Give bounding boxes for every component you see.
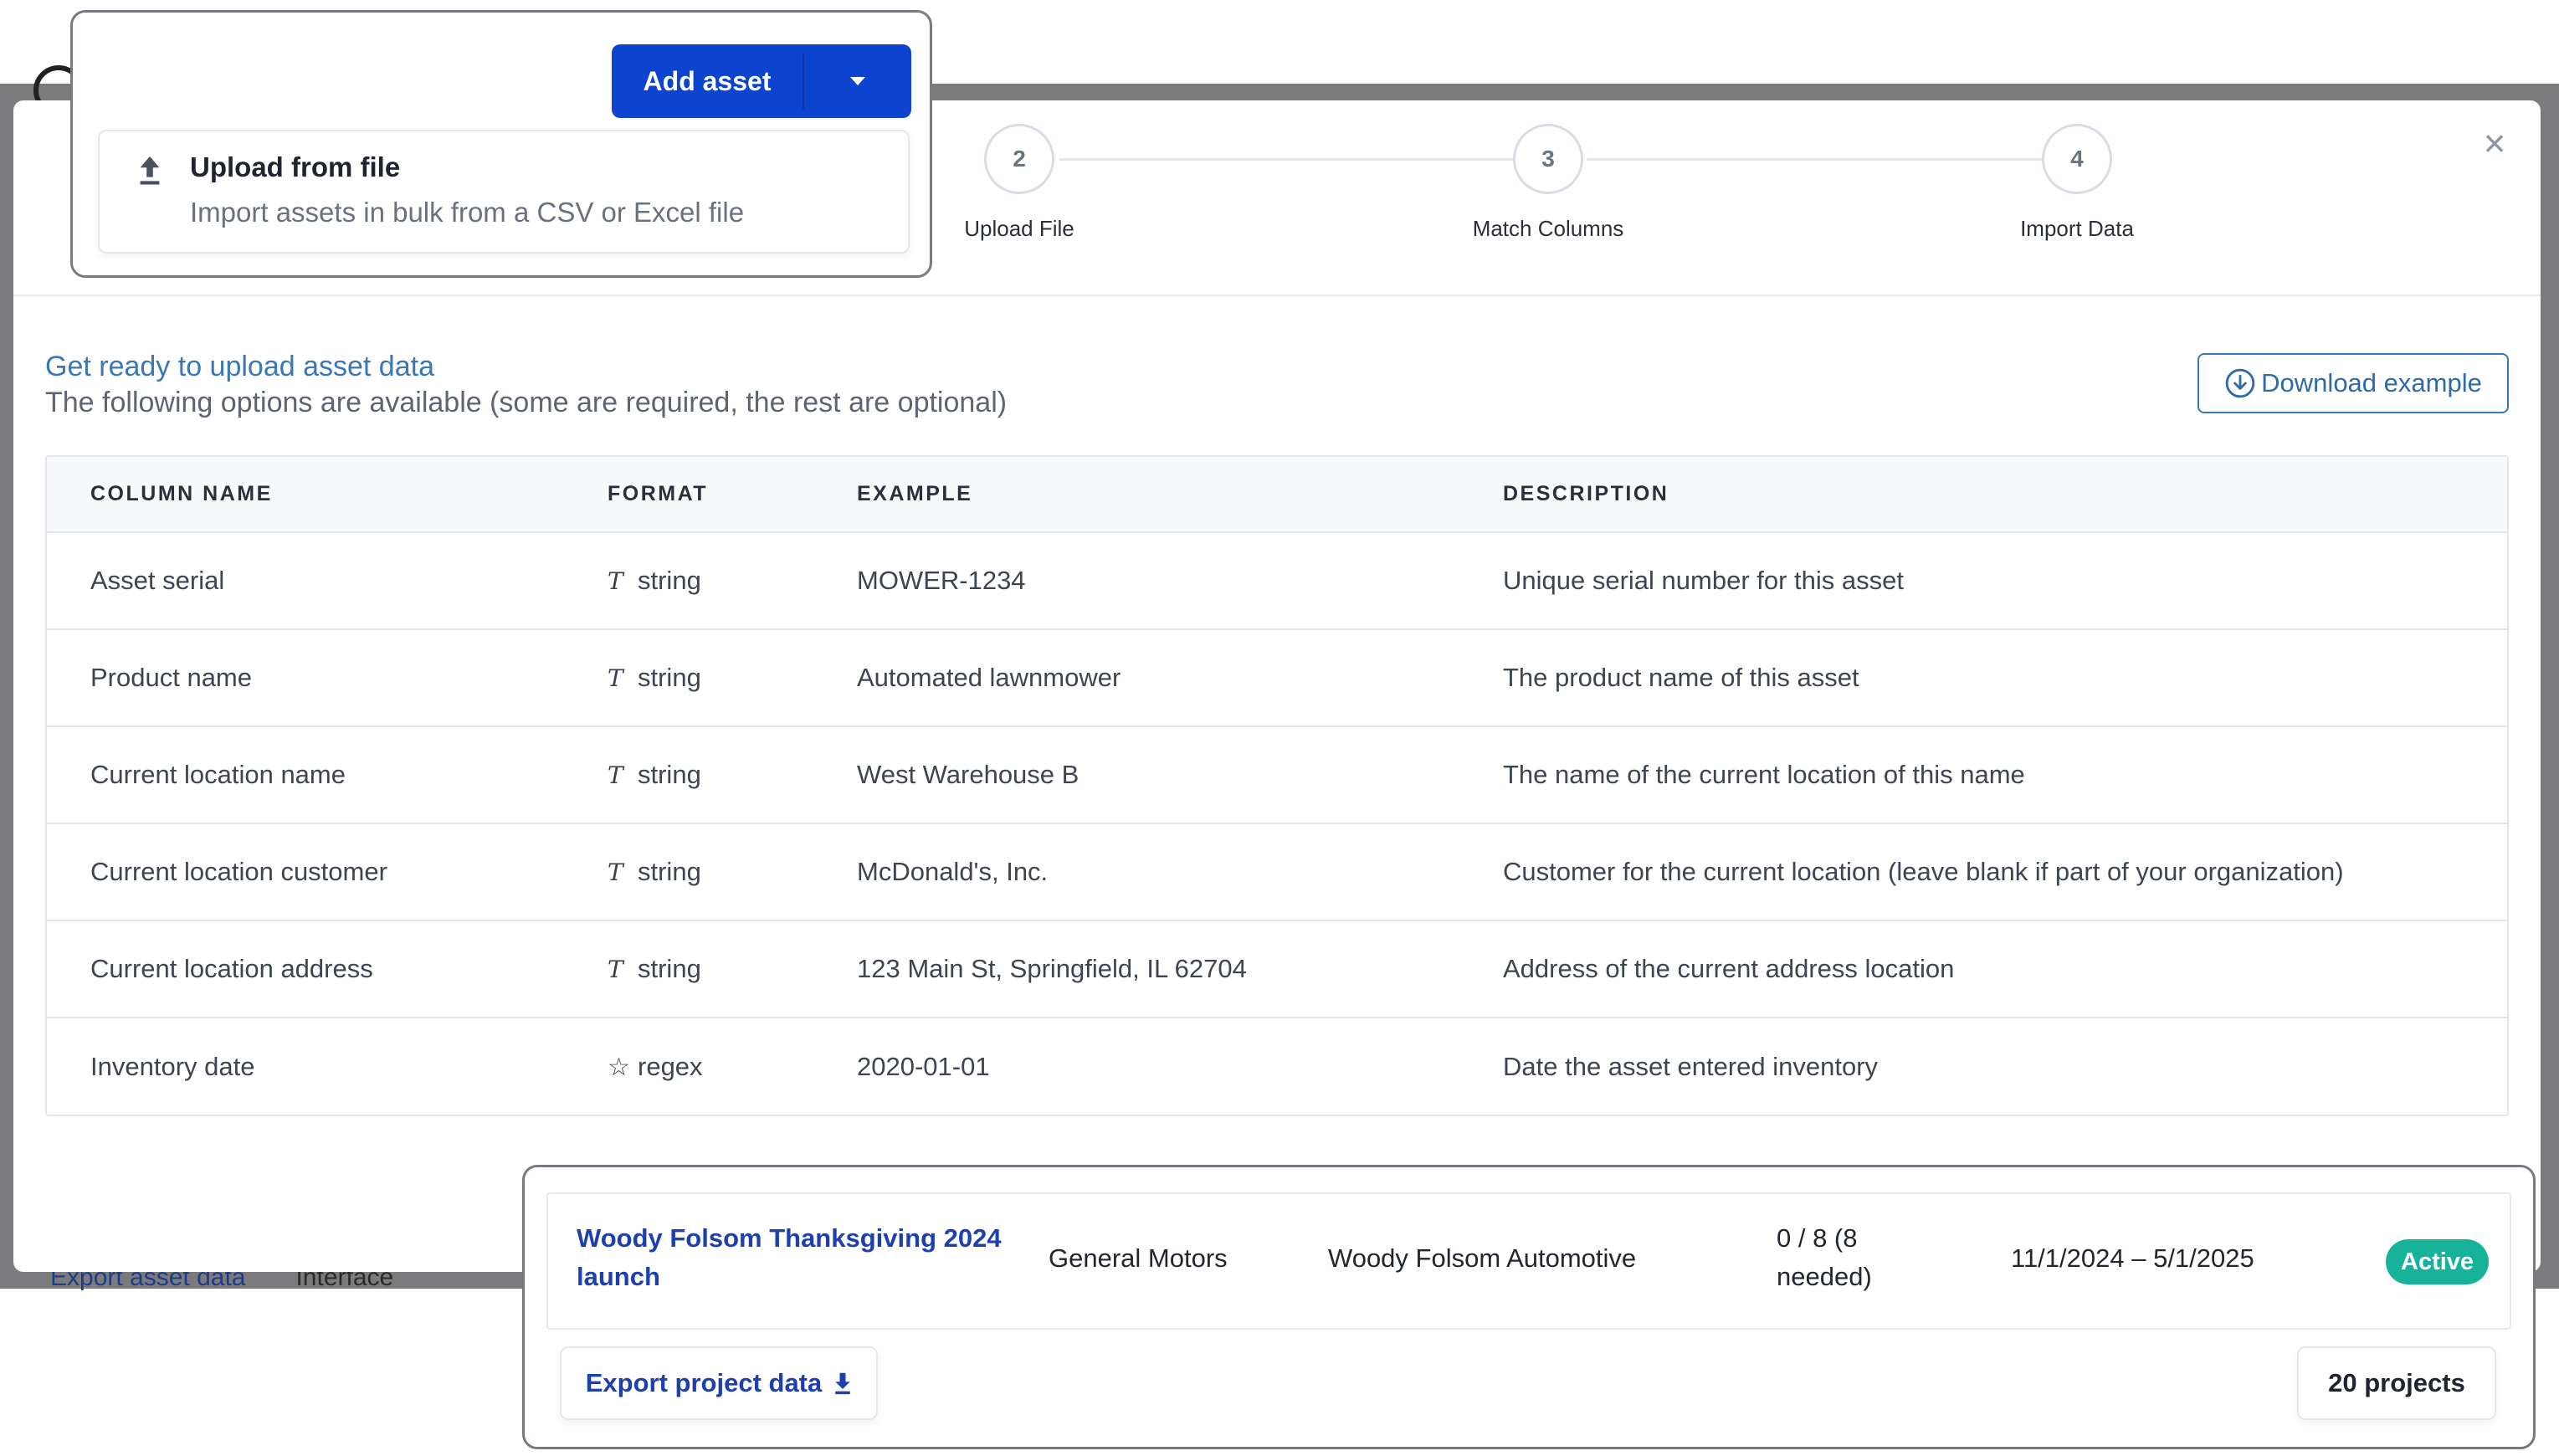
cell-description: Unique serial number for this asset bbox=[1503, 532, 2507, 630]
header-column-name: COLUMN NAME bbox=[47, 457, 608, 533]
cell-description: Customer for the current location (leave… bbox=[1503, 823, 2507, 921]
text-type-icon: T bbox=[608, 664, 623, 692]
table-row: Current location name Tstring West Wareh… bbox=[47, 726, 2507, 824]
cell-example: Automated lawnmower bbox=[857, 629, 1503, 727]
cell-format: Tstring bbox=[608, 920, 857, 1018]
text-type-icon: T bbox=[608, 761, 623, 789]
status-badge: Active bbox=[2386, 1239, 2490, 1284]
format-label: string bbox=[638, 954, 701, 983]
table-header-row: COLUMN NAME FORMAT EXAMPLE DESCRIPTION bbox=[47, 457, 2507, 533]
project-client: General Motors bbox=[1049, 1243, 1228, 1273]
project-row: Woody Folsom Thanksgiving 2024 launch Ge… bbox=[546, 1192, 2511, 1330]
add-asset-popover: Add asset Upload from file Import assets… bbox=[70, 10, 932, 278]
export-project-label: Export project data bbox=[585, 1368, 823, 1397]
text-type-icon: T bbox=[608, 567, 623, 595]
cell-example: 123 Main St, Springfield, IL 62704 bbox=[857, 920, 1503, 1018]
step-label: Import Data bbox=[2020, 216, 2134, 241]
upload-option-description: Import assets in bulk from a CSV or Exce… bbox=[190, 197, 745, 228]
cell-column-name: Current location name bbox=[47, 726, 608, 824]
text-type-icon: T bbox=[608, 859, 623, 886]
step-number: 2 bbox=[984, 124, 1054, 194]
step-number: 3 bbox=[1513, 124, 1583, 194]
cell-format: Tstring bbox=[608, 629, 857, 727]
add-asset-dropdown-toggle[interactable] bbox=[804, 44, 911, 118]
cell-column-name: Current location address bbox=[47, 920, 608, 1018]
cell-example: McDonald's, Inc. bbox=[857, 823, 1503, 921]
upload-icon bbox=[140, 156, 160, 185]
project-organization: Woody Folsom Automotive bbox=[1328, 1243, 1637, 1273]
cell-description: The name of the current location of this… bbox=[1503, 726, 2507, 824]
format-label: string bbox=[638, 663, 701, 692]
format-label: string bbox=[638, 760, 701, 789]
projects-count: 20 projects bbox=[2297, 1346, 2496, 1420]
cell-example: West Warehouse B bbox=[857, 726, 1503, 824]
project-count: 0 / 8 (8 needed) bbox=[1777, 1223, 1872, 1291]
intro-subtitle: The following options are available (som… bbox=[45, 387, 1008, 418]
step-import-data[interactable]: 4 Import Data bbox=[1951, 124, 2203, 242]
table-row: Current location customer Tstring McDona… bbox=[47, 823, 2507, 921]
download-arrow-icon bbox=[835, 1372, 850, 1395]
cell-format: Tstring bbox=[608, 823, 857, 921]
export-project-data-button[interactable]: Export project data bbox=[560, 1346, 878, 1420]
cell-description: Date the asset entered inventory bbox=[1503, 1051, 1879, 1081]
cell-description: Address of the current address location bbox=[1503, 920, 2507, 1018]
table-row: Product name Tstring Automated lawnmower… bbox=[47, 629, 2507, 727]
text-type-icon: T bbox=[608, 956, 623, 983]
step-match-columns[interactable]: 3 Match Columns bbox=[1423, 124, 1674, 242]
cell-format: Tstring bbox=[608, 726, 857, 824]
format-label: string bbox=[638, 566, 701, 595]
table-row: Inventory date ☆ regex 2020-01-01 Date th… bbox=[47, 1018, 2507, 1115]
caret-down-icon bbox=[850, 77, 865, 85]
format-label: regex bbox=[638, 1051, 703, 1081]
star-icon: ☆ bbox=[608, 1052, 630, 1082]
download-icon bbox=[2225, 368, 2255, 398]
table-row: Asset serial Tstring MOWER-1234 Unique s… bbox=[47, 532, 2507, 630]
header-format: FORMAT bbox=[608, 457, 857, 533]
format-label: string bbox=[638, 857, 701, 886]
download-example-button[interactable]: Download example bbox=[2197, 353, 2509, 413]
upload-option-title: Upload from file bbox=[190, 151, 401, 182]
cell-column-name: Asset serial bbox=[47, 532, 608, 630]
download-example-label: Download example bbox=[2261, 368, 2482, 397]
projects-popover: Woody Folsom Thanksgiving 2024 launch Ge… bbox=[522, 1165, 2536, 1449]
columns-table: COLUMN NAME FORMAT EXAMPLE DESCRIPTION A… bbox=[45, 455, 2509, 1116]
project-dates: 11/1/2024 – 5/1/2025 bbox=[2011, 1243, 2254, 1273]
intro-section: Get ready to upload asset data The follo… bbox=[45, 348, 1007, 420]
project-name-link[interactable]: Woody Folsom Thanksgiving 2024 launch bbox=[577, 1219, 1028, 1296]
cell-column-name: Current location customer bbox=[47, 823, 608, 921]
add-asset-button[interactable]: Add asset bbox=[612, 44, 803, 118]
cell-format: ☆ regex bbox=[608, 1018, 857, 1115]
header-description: DESCRIPTION bbox=[1503, 457, 2507, 533]
upload-from-file-option[interactable]: Upload from file Import assets in bulk f… bbox=[98, 130, 910, 254]
step-number: 4 bbox=[2042, 124, 2112, 194]
cell-column-name: Product name bbox=[47, 629, 608, 727]
add-asset-split-button: Add asset bbox=[612, 44, 911, 118]
cell-description: The product name of this asset bbox=[1503, 629, 2507, 727]
cell-column-name: Inventory date bbox=[90, 1051, 255, 1081]
header-example: EXAMPLE bbox=[857, 457, 1503, 533]
cell-example: 2020-01-01 bbox=[857, 1051, 990, 1081]
cell-example: MOWER-1234 bbox=[857, 532, 1503, 630]
table-row: Current location address Tstring 123 Mai… bbox=[47, 920, 2507, 1018]
step-label: Match Columns bbox=[1472, 216, 1624, 241]
cell-format: Tstring bbox=[608, 532, 857, 630]
intro-title: Get ready to upload asset data bbox=[45, 351, 434, 382]
